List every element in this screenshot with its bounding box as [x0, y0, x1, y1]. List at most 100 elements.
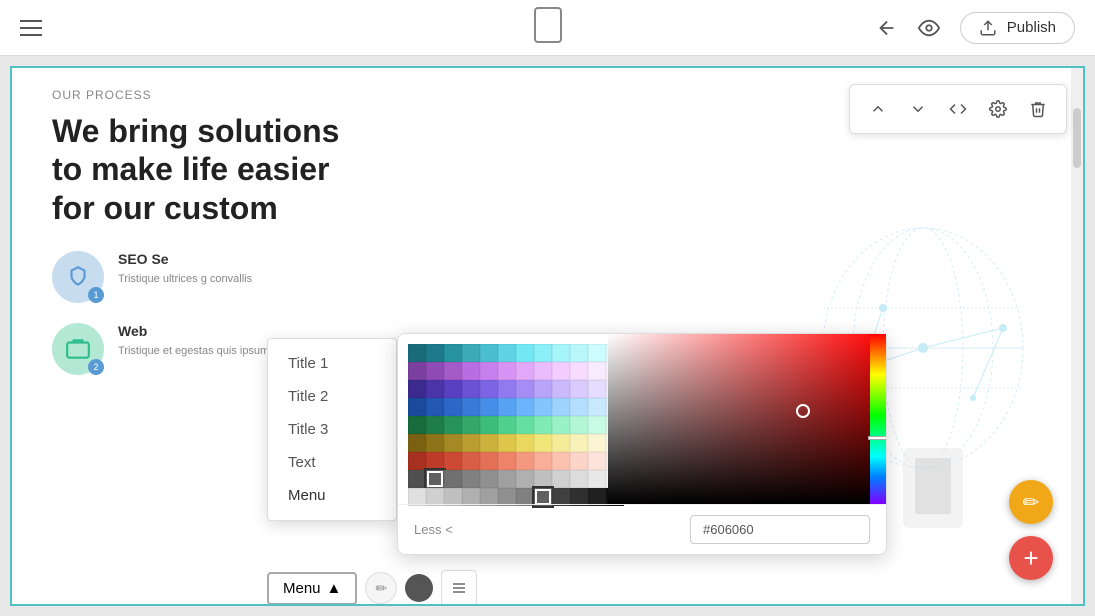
fab-add-button[interactable]: +	[1009, 536, 1053, 580]
dropdown-item-menu[interactable]: Menu	[268, 479, 396, 512]
color-swatch[interactable]	[516, 434, 534, 452]
color-swatch[interactable]	[426, 434, 444, 452]
color-swatch[interactable]	[570, 452, 588, 470]
color-swatch[interactable]	[534, 344, 552, 362]
color-swatch[interactable]	[588, 434, 606, 452]
color-swatch[interactable]	[534, 380, 552, 398]
color-swatch[interactable]	[570, 398, 588, 416]
less-button[interactable]: Less <	[414, 522, 453, 537]
color-swatch[interactable]	[534, 398, 552, 416]
hue-bar[interactable]	[870, 334, 886, 504]
color-swatch[interactable]	[480, 398, 498, 416]
color-swatch[interactable]	[462, 434, 480, 452]
color-swatch[interactable]	[426, 380, 444, 398]
color-swatch[interactable]	[588, 470, 606, 488]
dropdown-item-title3[interactable]: Title 3	[268, 413, 396, 446]
move-up-button[interactable]	[860, 91, 896, 127]
color-swatch[interactable]	[498, 452, 516, 470]
color-swatch[interactable]	[408, 344, 426, 362]
color-swatch[interactable]	[552, 344, 570, 362]
color-swatch[interactable]	[444, 398, 462, 416]
color-swatch[interactable]	[462, 452, 480, 470]
dropdown-item-title2[interactable]: Title 2	[268, 380, 396, 413]
color-swatch[interactable]	[426, 398, 444, 416]
color-swatch-button[interactable]	[405, 574, 433, 602]
back-button[interactable]	[876, 17, 898, 39]
color-swatch[interactable]	[570, 380, 588, 398]
color-swatch[interactable]	[516, 362, 534, 380]
scrollbar-track[interactable]	[1071, 68, 1083, 604]
color-swatch[interactable]	[462, 398, 480, 416]
color-swatch[interactable]	[444, 470, 462, 488]
color-swatch[interactable]	[552, 452, 570, 470]
color-swatch[interactable]	[444, 434, 462, 452]
color-swatch[interactable]	[408, 452, 426, 470]
color-swatch[interactable]	[462, 380, 480, 398]
color-swatch[interactable]	[516, 452, 534, 470]
color-swatch[interactable]	[534, 452, 552, 470]
color-swatch[interactable]	[480, 380, 498, 398]
color-swatch[interactable]	[534, 416, 552, 434]
dropdown-item-text[interactable]: Text	[268, 446, 396, 479]
color-swatch[interactable]	[498, 416, 516, 434]
color-swatch[interactable]	[462, 344, 480, 362]
color-swatch[interactable]	[588, 416, 606, 434]
color-swatch[interactable]	[516, 380, 534, 398]
color-swatch[interactable]	[480, 344, 498, 362]
color-swatch[interactable]	[408, 380, 426, 398]
publish-button[interactable]: Publish	[960, 12, 1075, 44]
color-swatch[interactable]	[552, 416, 570, 434]
gradient-cursor[interactable]	[796, 404, 810, 418]
color-swatch[interactable]	[552, 470, 570, 488]
color-swatch[interactable]	[570, 362, 588, 380]
mobile-device-icon[interactable]	[534, 7, 562, 43]
color-swatch[interactable]	[552, 398, 570, 416]
menu-dropdown-button[interactable]: Menu ▲	[267, 572, 357, 605]
color-swatch[interactable]	[462, 470, 480, 488]
color-swatch[interactable]	[534, 470, 552, 488]
color-swatch[interactable]	[444, 344, 462, 362]
color-swatch[interactable]	[480, 434, 498, 452]
color-swatch[interactable]	[408, 398, 426, 416]
color-swatch[interactable]	[570, 344, 588, 362]
color-swatch[interactable]	[408, 416, 426, 434]
color-swatch[interactable]	[444, 362, 462, 380]
color-swatch[interactable]	[534, 362, 552, 380]
color-swatch[interactable]	[552, 380, 570, 398]
color-swatch[interactable]	[426, 362, 444, 380]
color-swatch[interactable]	[534, 434, 552, 452]
color-swatch[interactable]	[480, 470, 498, 488]
color-swatch[interactable]	[498, 398, 516, 416]
hamburger-menu[interactable]	[20, 20, 42, 36]
color-swatch[interactable]	[462, 416, 480, 434]
color-swatch[interactable]	[480, 452, 498, 470]
color-swatch[interactable]	[444, 380, 462, 398]
color-swatch[interactable]	[480, 362, 498, 380]
color-swatch[interactable]	[444, 416, 462, 434]
color-swatch[interactable]	[426, 344, 444, 362]
color-swatch[interactable]	[570, 470, 588, 488]
color-swatch[interactable]	[570, 416, 588, 434]
color-swatch[interactable]	[444, 452, 462, 470]
color-gradient-area[interactable]	[608, 334, 886, 504]
color-swatch[interactable]	[588, 380, 606, 398]
color-swatch[interactable]	[426, 416, 444, 434]
color-swatch[interactable]	[552, 434, 570, 452]
color-swatch[interactable]	[570, 434, 588, 452]
color-swatch[interactable]	[408, 434, 426, 452]
color-swatch[interactable]	[588, 362, 606, 380]
scrollbar-thumb[interactable]	[1073, 108, 1081, 168]
color-swatch[interactable]	[426, 452, 444, 470]
hex-input[interactable]	[690, 515, 870, 544]
fab-edit-button[interactable]: ✏	[1009, 480, 1053, 524]
align-button[interactable]	[441, 570, 477, 606]
color-swatch[interactable]	[516, 470, 534, 488]
color-swatch[interactable]	[480, 416, 498, 434]
color-swatch[interactable]	[516, 416, 534, 434]
color-swatch[interactable]	[498, 470, 516, 488]
color-swatch[interactable]	[408, 470, 426, 488]
color-swatch[interactable]	[588, 452, 606, 470]
code-button[interactable]	[940, 91, 976, 127]
color-swatch[interactable]	[588, 398, 606, 416]
color-swatch[interactable]	[588, 344, 606, 362]
